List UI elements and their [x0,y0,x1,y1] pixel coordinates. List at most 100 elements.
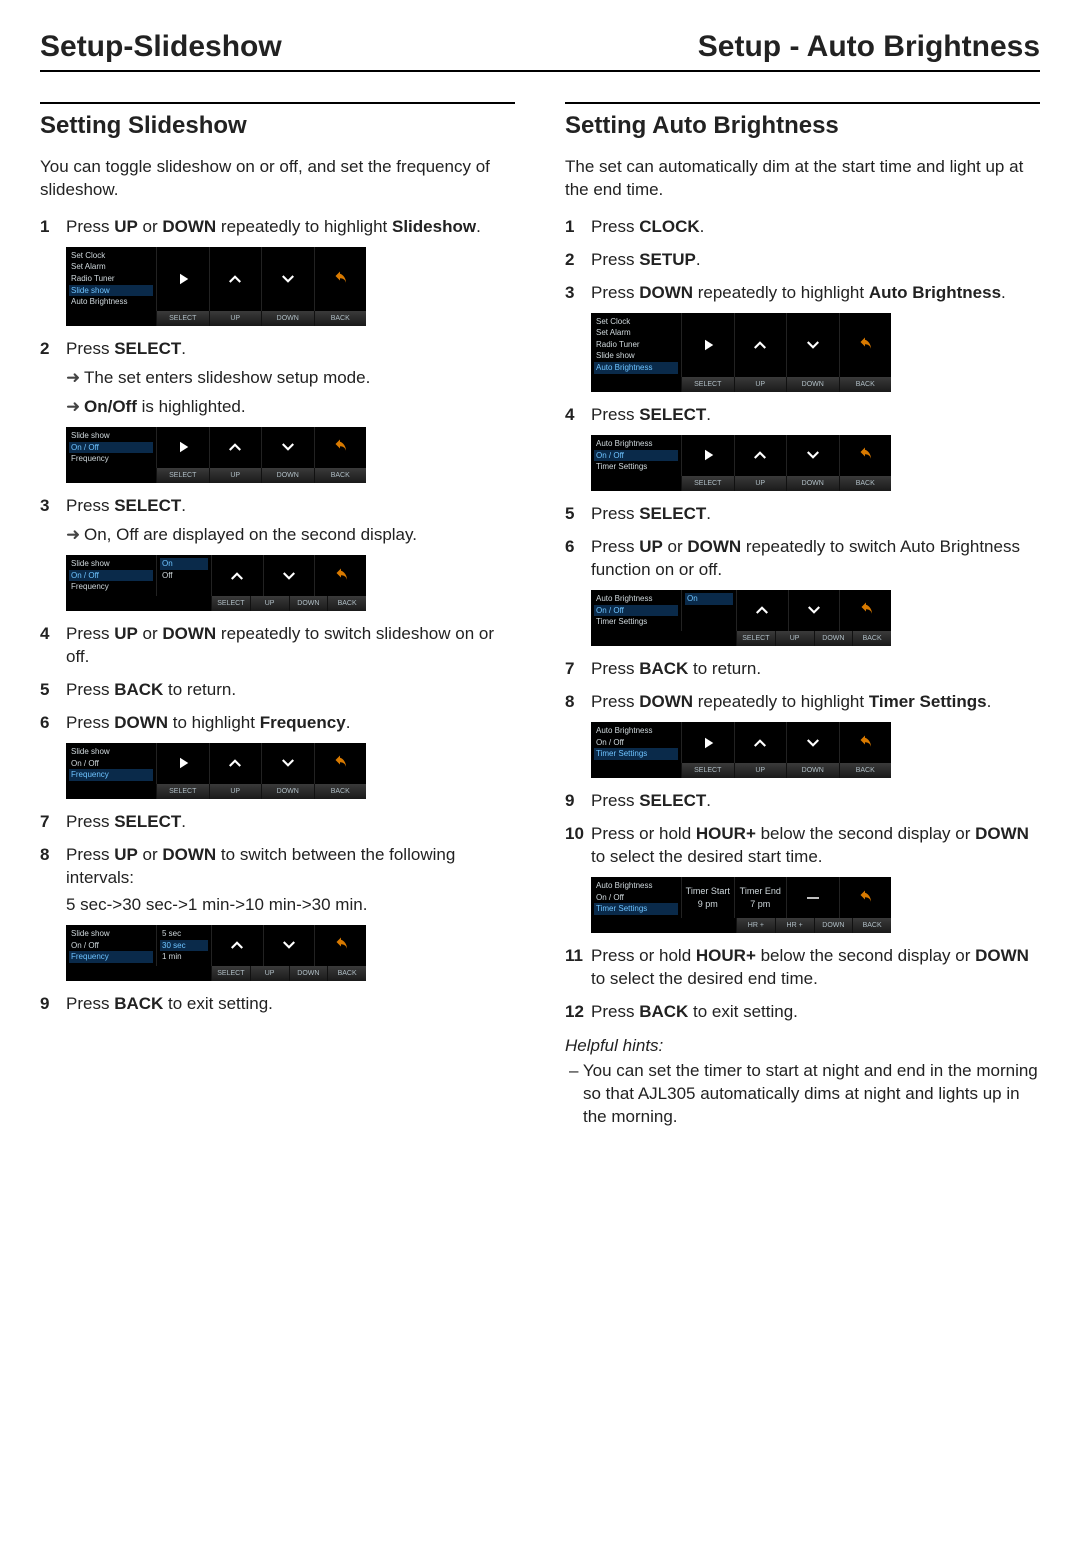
device-button: UP [209,784,262,799]
menu-item: Auto Brightness [594,725,678,737]
device-button: DOWN [786,763,839,778]
left-column: Setting Slideshow You can toggle slidesh… [40,102,515,1129]
menu-item: On / Off [594,892,678,904]
device-button: BACK [314,468,367,483]
play-icon [681,313,734,377]
down-icon [261,247,314,311]
display-item: Off [160,570,208,582]
device-second-display: 5 sec30 sec1 min [156,925,211,966]
right-step-3: 3 Press DOWN repeatedly to highlight Aut… [565,282,1040,392]
left-step-6: 6 Press DOWN to highlight Frequency. Sli… [40,712,515,799]
menu-item: Slide show [69,558,153,570]
device-button: BACK [314,311,367,326]
right-step-2: 2 Press SETUP. [565,249,1040,272]
device-button: DOWN [261,468,314,483]
up-icon [209,247,262,311]
device-button: SELECT [681,377,734,392]
right-step-10: 10 Press or hold HOUR+ below the second … [565,823,1040,933]
device-button: UP [209,468,262,483]
device-button: DOWN [289,596,328,611]
device-screenshot: Slide showOn / OffFrequencySELECTUPDOWNB… [66,743,366,799]
back-icon [839,313,892,377]
left-intro: You can toggle slideshow on or off, and … [40,156,515,202]
device-screenshot: Auto BrightnessOn / OffTimer SettingsTim… [591,877,891,933]
device-menu: Auto BrightnessOn / OffTimer Settings [591,435,681,476]
play-icon [681,722,734,763]
menu-item: Auto Brightness [594,593,678,605]
display-item: 30 sec [160,940,208,952]
right-step-6: 6 Press UP or DOWN repeatedly to switch … [565,536,1040,646]
display-item: On [685,593,733,605]
down-icon [261,743,314,784]
down-icon [786,313,839,377]
menu-item: On / Off [69,758,153,770]
menu-item: Auto Brightness [69,296,153,308]
menu-item: Slide show [69,430,153,442]
left-step-8: 8 Press UP or DOWN to switch between the… [40,844,515,981]
device-button: UP [209,311,262,326]
device-button: BACK [839,763,892,778]
device-button: DOWN [261,784,314,799]
menu-item: Slide show [69,285,153,297]
left-step-3: 3 Press SELECT. ➜On, Off are displayed o… [40,495,515,611]
device-button: BACK [839,476,892,491]
device-button: BACK [314,784,367,799]
down-icon [263,555,315,596]
device-button: SELECT [681,476,734,491]
minus-icon [786,877,839,918]
device-button: UP [734,476,787,491]
menu-item: Auto Brightness [594,362,678,374]
menu-item: Slide show [69,928,153,940]
play-icon [156,743,209,784]
menu-item: Radio Tuner [69,273,153,285]
menu-item: On / Off [69,442,153,454]
device-menu: Slide showOn / OffFrequency [66,925,156,966]
device-menu: Set ClockSet AlarmRadio TunerSlide showA… [591,313,681,377]
hints-title: Helpful hints: [565,1036,1040,1056]
menu-item: Auto Brightness [594,438,678,450]
left-heading: Setting Slideshow [40,112,515,140]
device-screenshot: Slide showOn / OffFrequency5 sec30 sec1 … [66,925,366,981]
up-icon [209,427,262,468]
menu-item: Frequency [69,581,153,593]
menu-item: Auto Brightness [594,880,678,892]
header-right: Setup - Auto Brightness [698,30,1040,64]
up-icon [209,743,262,784]
device-button: HR + [775,918,814,933]
device-button: SELECT [211,596,250,611]
menu-item: Set Alarm [594,327,678,339]
device-button: UP [734,377,787,392]
back-icon [314,925,366,966]
menu-item: Frequency [69,951,153,963]
back-icon [839,435,892,476]
device-menu: Set ClockSet AlarmRadio TunerSlide showA… [66,247,156,311]
page-header: Setup-Slideshow Setup - Auto Brightness [40,30,1040,72]
device-button: SELECT [156,784,209,799]
display-item: On [160,558,208,570]
down-icon [786,435,839,476]
left-step-9: 9 Press BACK to exit setting. [40,993,515,1016]
device-screenshot: Slide showOn / OffFrequencyOnOffSELECTUP… [66,555,366,611]
menu-item: On / Off [594,737,678,749]
menu-item: Radio Tuner [594,339,678,351]
back-icon [314,555,366,596]
back-icon [314,743,367,784]
device-screenshot: Slide showOn / OffFrequencySELECTUPDOWNB… [66,427,366,483]
right-intro: The set can automatically dim at the sta… [565,156,1040,202]
header-left: Setup-Slideshow [40,30,282,64]
right-heading: Setting Auto Brightness [565,112,1040,140]
device-menu: Auto BrightnessOn / OffTimer Settings [591,722,681,763]
device-button: BACK [327,596,366,611]
device-button: DOWN [261,311,314,326]
right-step-7: 7 Press BACK to return. [565,658,1040,681]
device-button: BACK [839,377,892,392]
device-button: DOWN [786,476,839,491]
up-icon [734,435,787,476]
device-second-display: OnOff [156,555,211,596]
device-button: BACK [852,918,891,933]
device-button: SELECT [156,468,209,483]
back-icon [314,427,367,468]
menu-item: Timer Settings [594,748,678,760]
back-icon [839,722,892,763]
device-screenshot: Auto BrightnessOn / OffTimer SettingsSEL… [591,722,891,778]
